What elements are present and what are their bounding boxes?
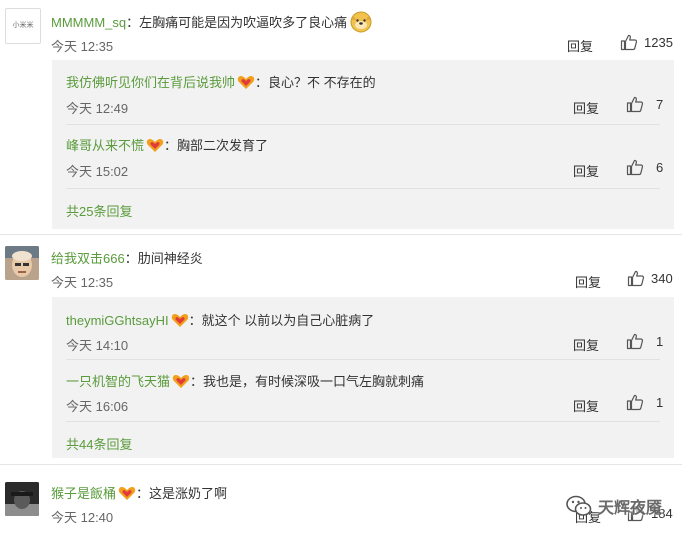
reply-button[interactable]: 回复 [573, 335, 599, 354]
like-button[interactable]: 1235 [620, 33, 673, 51]
sub-reply-line: 一只机智的飞天猫 ：我也是，有时候深吸一口气左胸就刺痛 [66, 373, 425, 389]
comment-line: 猴子是飯桶 ：这是涨奶了啊 [51, 485, 228, 501]
reply-text: 就这个 以前以为自己心脏病了 [201, 313, 375, 328]
sub-reply-1: theymiGGhtsayHI ：就这个 以前以为自己心脏病了 今天 14:10 … [66, 297, 674, 357]
comment-2: 给我双击666：肋间神经炎 今天 12:35 回复 340 theymiGGht… [0, 235, 682, 462]
reply-text: 胸部二次发育了 [177, 138, 269, 153]
avatar[interactable] [5, 482, 39, 516]
timestamp: 今天 12:35 [51, 275, 114, 290]
like-button[interactable]: 340 [627, 269, 673, 287]
vip-heart-badge-icon [237, 74, 255, 90]
like-button[interactable]: 7 [626, 95, 663, 113]
divider [66, 421, 660, 422]
like-count: 7 [656, 96, 664, 112]
reply-button[interactable]: 回复 [573, 161, 599, 180]
timestamp: 今天 14:10 [66, 338, 129, 353]
comment-line: 给我双击666：肋间神经炎 [51, 251, 203, 266]
comment-text: 肋间神经炎 [137, 251, 203, 266]
timestamp: 今天 12:40 [51, 510, 114, 525]
like-count: 1 [656, 394, 664, 410]
avatar-logo-text: 小米米 [12, 22, 34, 29]
vip-heart-badge-icon [172, 373, 190, 389]
timestamp: 今天 12:49 [66, 101, 129, 116]
thumbs-up-icon [627, 270, 645, 287]
like-count: 6 [656, 159, 664, 175]
thumbs-up-icon [626, 159, 644, 176]
more-replies-link[interactable]: 共44条回复 [66, 434, 132, 453]
avatar-image [5, 482, 39, 516]
like-count: 340 [651, 270, 673, 286]
reply-text: 我也是，有时候深吸一口气左胸就刺痛 [203, 374, 425, 389]
username[interactable]: 我仿佛听见你们在背后说我帅 [66, 75, 235, 90]
comment-line: MMMMM_sq：左胸痛可能是因为吹逼吹多了良心痛 [51, 9, 373, 36]
thumbs-up-icon [620, 34, 638, 51]
username[interactable]: 峰哥从来不慌 [66, 138, 144, 153]
username[interactable]: MMMMM_sq [51, 15, 126, 30]
more-replies-link[interactable]: 共25条回复 [66, 201, 132, 220]
vip-heart-badge-icon [146, 137, 164, 153]
comment-text: 这是涨奶了啊 [149, 486, 228, 501]
username[interactable]: 猴子是飯桶 [51, 486, 116, 501]
timestamp: 今天 15:02 [66, 164, 129, 179]
like-button[interactable]: 6 [626, 158, 663, 176]
reply-button[interactable]: 回复 [567, 36, 593, 55]
sub-reply-line: 峰哥从来不慌 ：胸部二次发育了 [66, 137, 269, 153]
avatar[interactable] [5, 246, 39, 280]
like-count: 1235 [644, 34, 673, 50]
reply-button[interactable]: 回复 [573, 396, 599, 415]
sub-reply-2: 一只机智的飞天猫 ：我也是，有时候深吸一口气左胸就刺痛 今天 16:06 回复 1 [66, 359, 674, 419]
watermark: 天辉夜魇 [566, 494, 662, 518]
timestamp: 今天 16:06 [66, 399, 129, 414]
like-count: 1 [656, 333, 664, 349]
sub-reply-line: theymiGGhtsayHI ：就这个 以前以为自己心脏病了 [66, 312, 375, 328]
sub-reply-1: 我仿佛听见你们在背后说我帅 ：良心？不 不存在的 今天 12:49 回复 7 [66, 60, 674, 122]
avatar-image [5, 246, 39, 280]
reply-button[interactable]: 回复 [575, 272, 601, 291]
username[interactable]: theymiGGhtsayHI [66, 313, 169, 328]
reply-button[interactable]: 回复 [573, 98, 599, 117]
sub-reply-line: 我仿佛听见你们在背后说我帅 ：良心？不 不存在的 [66, 74, 376, 90]
reply-text: 良心？不 不存在的 [268, 75, 376, 90]
wechat-icon [566, 495, 592, 516]
thumbs-up-icon [626, 96, 644, 113]
sub-replies-box: theymiGGhtsayHI ：就这个 以前以为自己心脏病了 今天 14:10 … [52, 297, 674, 458]
watermark-text: 天辉夜魇 [597, 500, 662, 517]
sub-reply-2: 峰哥从来不慌 ：胸部二次发育了 今天 15:02 回复 6 [66, 124, 674, 186]
vip-heart-badge-icon [171, 312, 189, 328]
like-button[interactable]: 1 [626, 393, 663, 411]
divider [66, 188, 660, 189]
comment-text: 左胸痛可能是因为吹逼吹多了良心痛 [139, 15, 348, 30]
username[interactable]: 一只机智的飞天猫 [66, 374, 170, 389]
like-button[interactable]: 1 [626, 332, 663, 350]
username[interactable]: 给我双击666 [51, 251, 125, 266]
vip-heart-badge-icon [118, 485, 136, 501]
timestamp: 今天 12:35 [51, 39, 114, 54]
doge-emoji-icon [349, 9, 373, 36]
avatar[interactable]: 小米米 [5, 8, 41, 44]
thumbs-up-icon [626, 333, 644, 350]
sub-replies-box: 我仿佛听见你们在背后说我帅 ：良心？不 不存在的 今天 12:49 回复 7 峰哥… [52, 60, 674, 229]
comment-1: 小米米 MMMMM_sq：左胸痛可能是因为吹逼吹多了良心痛 今天 12:35 回… [0, 0, 682, 235]
thumbs-up-icon [626, 394, 644, 411]
